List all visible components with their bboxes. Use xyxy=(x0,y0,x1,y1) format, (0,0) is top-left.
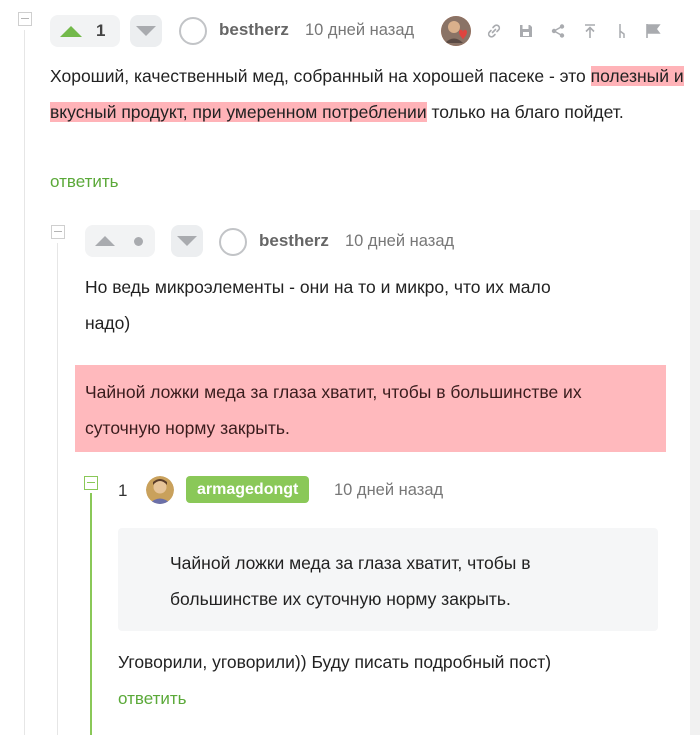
comment-text-end: только на благо пойдет. xyxy=(426,102,624,122)
upvote-icon xyxy=(60,25,82,37)
comment-text: Хороший, качественный мед, собранный на … xyxy=(50,58,700,130)
branch-icon[interactable] xyxy=(613,22,631,40)
dot-icon xyxy=(133,236,143,246)
save-icon[interactable] xyxy=(517,22,535,40)
upvote-button[interactable] xyxy=(91,225,119,257)
collapse-toggle[interactable] xyxy=(84,476,98,490)
thread-line xyxy=(90,493,92,735)
reply-link[interactable]: ответить xyxy=(118,689,187,709)
timestamp: 10 дней назад xyxy=(305,21,415,39)
downvote-button[interactable] xyxy=(130,15,162,47)
username[interactable]: bestherz xyxy=(259,231,329,251)
rating-count: 1 xyxy=(118,481,128,500)
rating-hidden-dot xyxy=(124,225,152,257)
username-badge[interactable]: armagedongt xyxy=(186,476,310,503)
collapse-toggle[interactable] xyxy=(18,12,32,26)
link-icon[interactable] xyxy=(485,22,503,40)
quote-text: Чайной ложки меда за глаза хватит, чтобы… xyxy=(170,553,531,609)
thread-line xyxy=(57,243,58,735)
comment-text: Уговорили, уговорили)) Буду писать подро… xyxy=(118,652,552,672)
collapse-toggle[interactable] xyxy=(51,225,65,239)
reply-link[interactable]: ответить xyxy=(50,172,119,192)
arrow-up-icon[interactable] xyxy=(581,22,599,40)
downvote-button[interactable] xyxy=(171,225,203,257)
scrollbar[interactable] xyxy=(690,210,700,735)
avatar-placeholder xyxy=(219,228,247,256)
upvote-button[interactable] xyxy=(57,15,85,47)
comment-text: Но ведь микроэлементы - они на то и микр… xyxy=(85,277,551,333)
username[interactable]: bestherz xyxy=(219,20,289,40)
highlighted-paragraph-text: Чайной ложки меда за глаза хватит, чтобы… xyxy=(85,382,582,438)
comment-text-start: Хороший, качественный мед, собранный на … xyxy=(50,66,591,86)
downvote-icon xyxy=(136,26,156,36)
thread-line xyxy=(24,30,25,735)
user-avatar[interactable] xyxy=(441,16,471,46)
upvote-icon xyxy=(95,236,115,246)
timestamp: 10 дней назад xyxy=(345,232,455,250)
avatar-placeholder xyxy=(179,17,207,45)
user-avatar[interactable] xyxy=(146,476,174,504)
share-icon[interactable] xyxy=(549,22,567,40)
rating-count: 1 xyxy=(96,21,106,40)
downvote-icon xyxy=(177,236,197,246)
timestamp: 10 дней назад xyxy=(334,481,444,499)
flag-icon[interactable] xyxy=(644,22,662,40)
